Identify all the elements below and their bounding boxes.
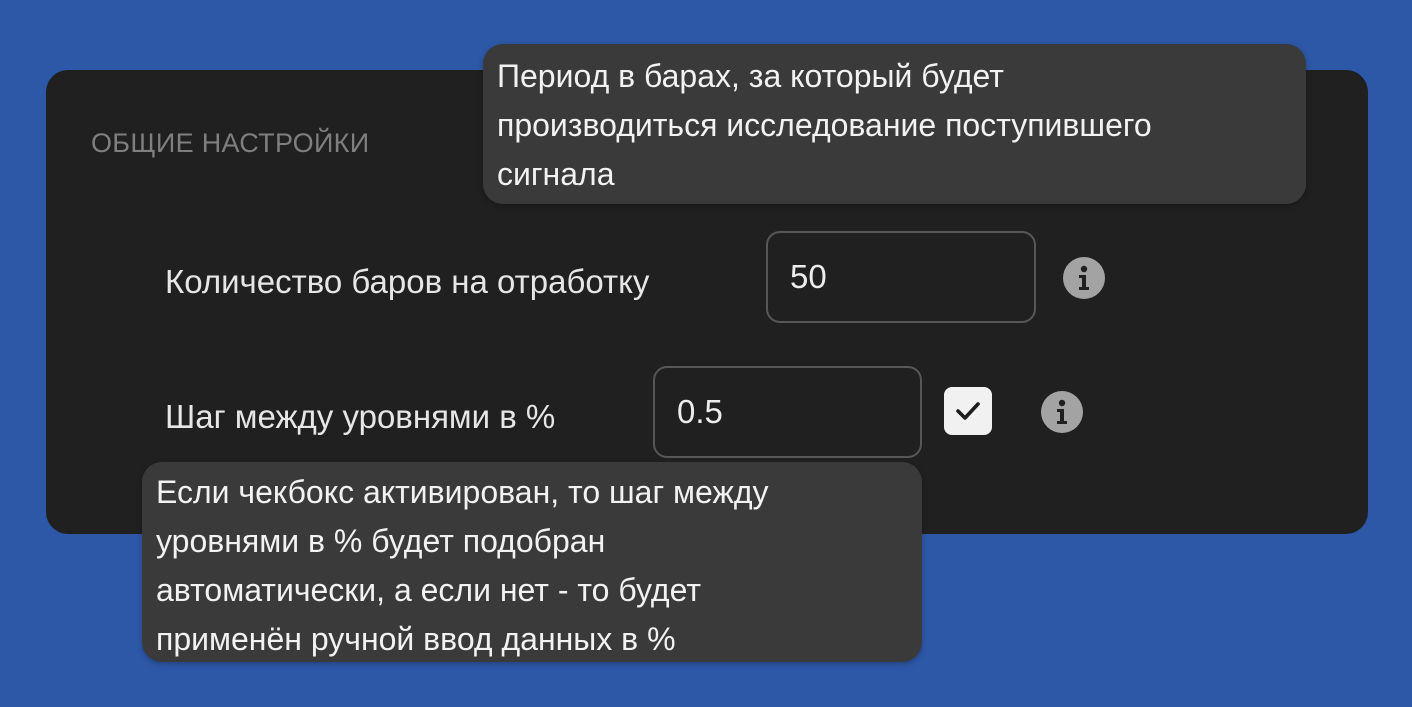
tooltip-line: Если чекбокс активирован, то шаг между	[156, 474, 769, 510]
auto-step-tooltip: Если чекбокс активирован, то шаг между у…	[142, 462, 922, 662]
check-icon	[956, 402, 980, 420]
bars-count-tooltip: Период в барах, за который будет произво…	[483, 44, 1306, 204]
tooltip-line: уровнями в % будет подобран	[156, 523, 606, 559]
tooltip-line: применён ручной ввод данных в %	[156, 621, 676, 657]
level-step-input[interactable]: 0.5	[653, 366, 922, 458]
info-icon[interactable]	[1063, 257, 1105, 299]
tooltip-line: Период в барах, за который будет	[497, 58, 1004, 94]
tooltip-line: автоматически, а если нет - то будет	[156, 572, 701, 608]
tooltip-line: производиться исследование поступившего	[497, 107, 1152, 143]
level-step-label: Шаг между уровнями в %	[165, 398, 556, 435]
auto-step-checkbox[interactable]	[944, 387, 992, 435]
tooltip-line: сигнала	[497, 156, 615, 192]
info-icon[interactable]	[1041, 391, 1083, 433]
bars-count-label: Количество баров на отработку	[165, 263, 650, 300]
section-title: ОБЩИЕ НАСТРОЙКИ	[91, 128, 370, 158]
bars-count-input[interactable]: 50	[766, 231, 1036, 323]
